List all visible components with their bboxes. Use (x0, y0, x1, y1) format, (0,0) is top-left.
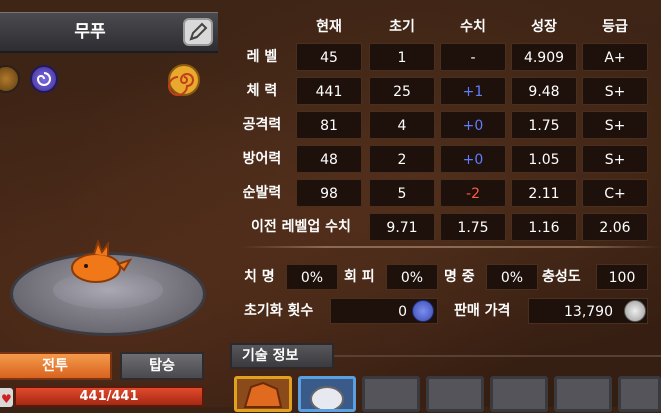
reset-count-label: 초기화 횟수 (244, 303, 314, 319)
hp-growth: 9.48 (511, 77, 577, 105)
evade-value: 0% (386, 264, 438, 290)
accuracy-value: 0% (486, 264, 538, 290)
agility-current: 98 (296, 179, 362, 207)
accuracy-label: 명 중 (444, 269, 475, 285)
attack-grade: S+ (582, 111, 648, 139)
header-growth: 성장 (531, 19, 557, 35)
defense-value: +0 (440, 145, 506, 173)
attack-current: 81 (296, 111, 362, 139)
coin-icon (624, 300, 646, 322)
defense-initial: 2 (369, 145, 435, 173)
battle-button[interactable]: 전투 (0, 352, 112, 380)
section-divider (240, 246, 661, 248)
agility-initial: 5 (369, 179, 435, 207)
level-grade: A+ (582, 43, 648, 71)
element-orb-water-icon[interactable] (30, 65, 58, 93)
pencil-icon (189, 22, 208, 41)
hp-initial: 25 (369, 77, 435, 105)
level-current: 45 (296, 43, 362, 71)
evade-label: 회 피 (344, 269, 375, 285)
header-value: 수치 (460, 19, 486, 35)
row-label-prev-levelup: 이전 레벨업 수치 (251, 219, 351, 235)
header-current: 현재 (316, 19, 342, 35)
sell-price-label: 판매 가격 (454, 303, 511, 319)
header-initial: 초기 (389, 19, 415, 35)
skill-info-label: 기술 정보 (242, 348, 299, 364)
rename-button[interactable] (183, 18, 213, 46)
agility-growth: 2.11 (511, 179, 577, 207)
skill-info-tab[interactable]: 기술 정보 (230, 343, 334, 369)
prev-agility: 2.06 (582, 213, 648, 241)
prev-hp: 9.71 (369, 213, 435, 241)
hp-current: 441 (296, 77, 362, 105)
level-initial: 1 (369, 43, 435, 71)
defense-current: 48 (296, 145, 362, 173)
hp-value: +1 (440, 77, 506, 105)
level-growth: 4.909 (511, 43, 577, 71)
prev-defense: 1.16 (511, 213, 577, 241)
dragon-skill-icon (243, 381, 283, 408)
fossil-shell-icon[interactable] (167, 63, 201, 97)
defense-grade: S+ (582, 145, 648, 173)
attack-growth: 1.75 (511, 111, 577, 139)
pet-name: 무푸 (74, 22, 106, 42)
agility-grade: C+ (582, 179, 648, 207)
hp-bar: 441/441 (14, 386, 204, 407)
loyalty-value: 100 (596, 264, 648, 290)
spiky-skill-icon (310, 386, 344, 412)
ride-button[interactable]: 탑승 (120, 352, 204, 380)
defense-growth: 1.05 (511, 145, 577, 173)
hp-grade: S+ (582, 77, 648, 105)
prev-attack: 1.75 (440, 213, 506, 241)
attack-initial: 4 (369, 111, 435, 139)
row-label-defense: 방어력 (242, 151, 282, 167)
pet-creature-image (71, 239, 133, 283)
loyalty-label: 충성도 (542, 269, 581, 285)
level-value: - (440, 43, 506, 71)
agility-value: -2 (440, 179, 506, 207)
row-label-attack: 공격력 (242, 117, 282, 133)
crit-value: 0% (286, 264, 338, 290)
reset-orb-icon[interactable] (412, 300, 434, 322)
row-label-agility: 순발력 (242, 185, 282, 201)
row-label-hp: 체 력 (246, 83, 278, 99)
row-label-level: 레 벨 (246, 49, 278, 65)
crit-label: 치 명 (244, 269, 275, 285)
swirl-icon (36, 72, 51, 86)
attack-value: +0 (440, 111, 506, 139)
header-grade: 등급 (602, 19, 628, 35)
heart-icon: ♥ (0, 388, 13, 407)
skill-divider (334, 355, 661, 357)
